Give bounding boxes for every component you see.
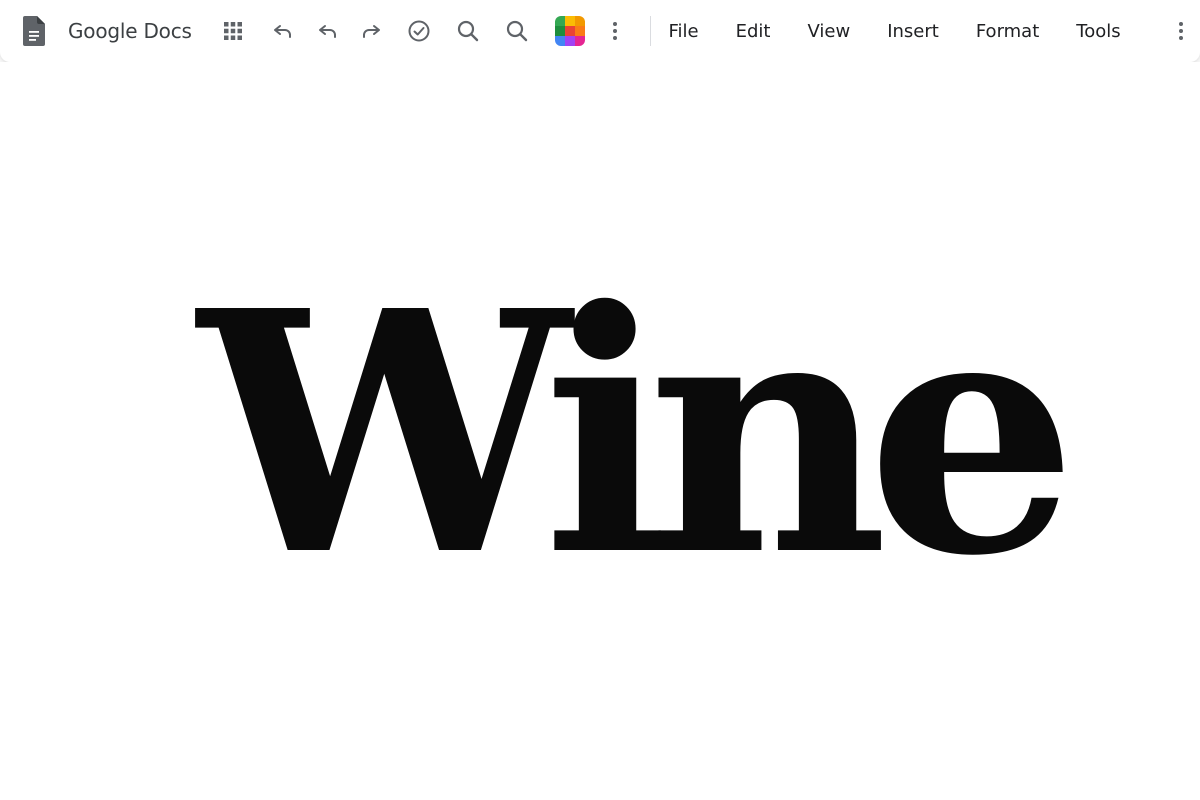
redo-icon[interactable] [353, 11, 390, 51]
check-circle-icon[interactable] [400, 11, 437, 51]
app-title: Google Docs [68, 19, 192, 43]
color-palette-icon[interactable] [551, 11, 588, 51]
search-icon[interactable] [449, 11, 486, 51]
menu-file[interactable]: File [669, 15, 699, 48]
menu-tools[interactable]: Tools [1076, 15, 1120, 48]
brand: Google Docs [22, 0, 192, 62]
undo-icon[interactable] [309, 11, 346, 51]
docs-logo-icon[interactable] [22, 15, 46, 47]
document-title-text: Wine [198, 239, 1078, 629]
search-icon[interactable] [499, 11, 536, 51]
menu-insert[interactable]: Insert [887, 15, 939, 48]
more-vertical-icon[interactable] [596, 11, 633, 51]
document-canvas[interactable]: Wine [0, 62, 1200, 800]
toolbar: Google Docs File Edit View Insert Format… [0, 0, 1200, 62]
undo-icon[interactable] [264, 11, 301, 51]
menu-format[interactable]: Format [976, 15, 1039, 48]
menu-edit[interactable]: Edit [736, 15, 771, 48]
toolbar-divider [649, 16, 651, 46]
menu-view[interactable]: View [807, 15, 850, 48]
menu-overflow-icon[interactable] [1163, 11, 1200, 51]
apps-grid-icon[interactable] [215, 11, 252, 51]
